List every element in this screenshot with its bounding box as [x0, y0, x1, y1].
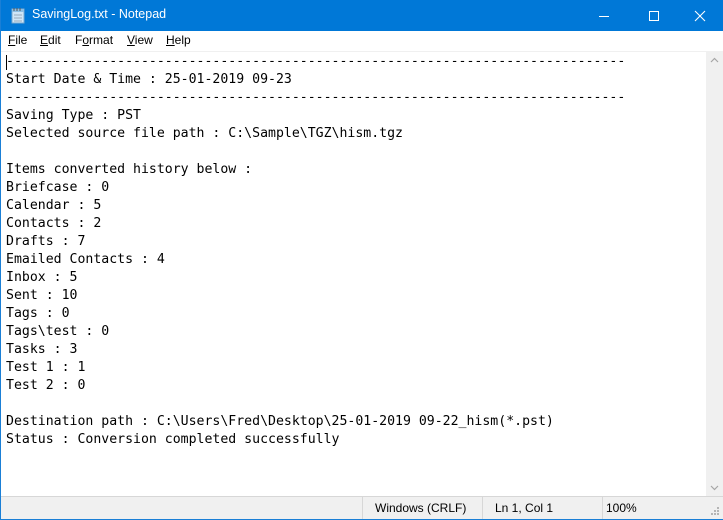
history-item-line: Tags\test : 0 — [6, 324, 110, 339]
destination-line: Destination path : C:\Users\Fred\Desktop… — [6, 414, 554, 429]
resize-grip-icon[interactable] — [710, 506, 720, 516]
history-item-line: Drafts : 7 — [6, 234, 86, 249]
history-item-line: Contacts : 2 — [6, 216, 102, 231]
separator-line: ----------------------------------------… — [6, 54, 626, 69]
history-header-line: Items converted history below : — [6, 162, 253, 177]
title-bar[interactable]: SavingLog.txt - Notepad — [1, 0, 723, 31]
history-item-line: Tasks : 3 — [6, 342, 78, 357]
source-path-line: Selected source file path : C:\Sample\TG… — [6, 126, 403, 141]
menu-view[interactable]: View — [127, 33, 153, 47]
history-item-line: Emailed Contacts : 4 — [6, 252, 165, 267]
cursor-position-status: Ln 1, Col 1 — [482, 497, 602, 519]
maximize-icon — [649, 10, 659, 21]
notepad-icon — [10, 7, 26, 24]
vertical-scrollbar[interactable] — [706, 51, 723, 496]
history-item-line: Test 1 : 1 — [6, 360, 86, 375]
scroll-up-button[interactable] — [706, 51, 723, 68]
notepad-window: SavingLog.txt - Notepad File Edit Format… — [0, 0, 723, 520]
status-line: Status : Conversion completed successful… — [6, 432, 340, 447]
document-text[interactable]: ----------------------------------------… — [6, 53, 625, 449]
line-ending-status: Windows (CRLF) — [362, 497, 482, 519]
status-bar: Windows (CRLF) Ln 1, Col 1 100% — [1, 496, 723, 519]
history-item-line: Sent : 10 — [6, 288, 78, 303]
history-item-line: Tags : 0 — [6, 306, 70, 321]
history-item-line: Briefcase : 0 — [6, 180, 110, 195]
menu-bar: File Edit Format View Help — [1, 31, 723, 51]
text-editor[interactable]: ----------------------------------------… — [1, 51, 706, 496]
start-date-line: Start Date & Time : 25-01-2019 09-23 — [6, 72, 292, 87]
close-button[interactable] — [677, 0, 723, 31]
history-item-line: Inbox : 5 — [6, 270, 78, 285]
chevron-down-icon — [710, 485, 719, 490]
menu-edit[interactable]: Edit — [40, 33, 61, 47]
close-icon — [694, 10, 706, 21]
saving-type-line: Saving Type : PST — [6, 108, 141, 123]
history-item-line: Test 2 : 0 — [6, 378, 86, 393]
menu-format[interactable]: Format — [75, 33, 113, 47]
chevron-up-icon — [710, 57, 719, 62]
minimize-button[interactable] — [581, 0, 627, 31]
separator-line: ----------------------------------------… — [6, 90, 626, 105]
maximize-button[interactable] — [631, 0, 677, 31]
scroll-down-button[interactable] — [706, 479, 723, 496]
zoom-status: 100% — [602, 497, 707, 519]
window-title: SavingLog.txt - Notepad — [32, 7, 167, 21]
history-item-line: Calendar : 5 — [6, 198, 102, 213]
minimize-icon — [599, 15, 609, 17]
items-list: Briefcase : 0 Calendar : 5 Contacts : 2 … — [6, 180, 165, 393]
menu-file[interactable]: File — [8, 33, 27, 47]
menu-help[interactable]: Help — [166, 33, 191, 47]
